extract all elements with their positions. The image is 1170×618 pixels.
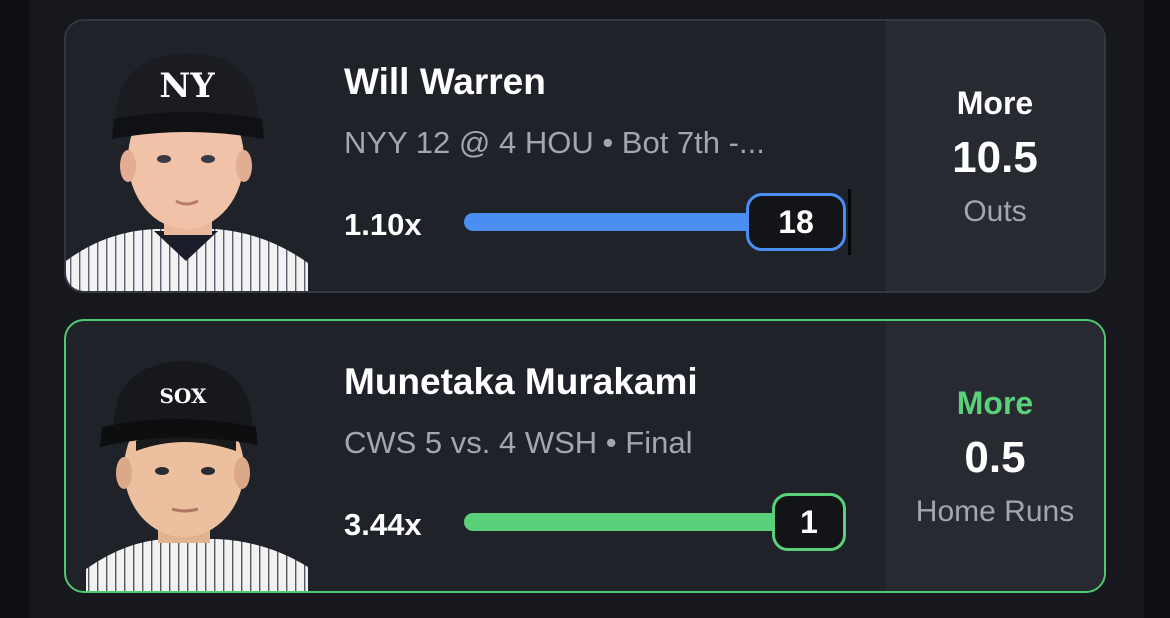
projection-line: 0.5	[964, 433, 1026, 482]
player-name: Munetaka Murakami	[344, 361, 698, 402]
payout-multiplier: 3.44x	[344, 507, 422, 542]
right-rail	[1144, 0, 1170, 618]
progress-bar	[464, 513, 794, 531]
projection-line: 10.5	[952, 133, 1038, 182]
yankees-player-headshot-icon: NY	[66, 41, 308, 291]
stat-type: Outs	[963, 195, 1027, 228]
team-logo-text: SOX	[159, 384, 207, 408]
projection-panel: More 10.5 Outs	[886, 21, 1104, 291]
progress-bar	[464, 213, 764, 231]
payout-multiplier: 1.10x	[344, 207, 422, 242]
white-sox-player-headshot-icon: SOX	[66, 341, 308, 591]
pick-card[interactable]: SOX Munetaka Murakami CWS 5 vs. 4 WSH • …	[64, 319, 1106, 593]
pick-direction: More	[956, 85, 1034, 121]
game-info: CWS 5 vs. 4 WSH • Final	[344, 425, 693, 460]
left-rail	[0, 0, 30, 618]
current-value-badge: 1	[772, 493, 846, 551]
projection-panel: More 0.5 Home Runs	[886, 321, 1104, 591]
stat-type: Home Runs	[915, 495, 1075, 528]
team-logo-text: NY	[159, 66, 215, 106]
current-value-badge: 18	[746, 193, 846, 251]
player-name: Will Warren	[344, 61, 546, 102]
pick-direction: More	[956, 385, 1034, 421]
line-marker	[848, 189, 851, 255]
pick-card[interactable]: NY Will Warren NYY 12 @ 4 HOU • Bot 7th …	[64, 19, 1106, 293]
game-info: NYY 12 @ 4 HOU • Bot 7th -...	[344, 125, 765, 160]
